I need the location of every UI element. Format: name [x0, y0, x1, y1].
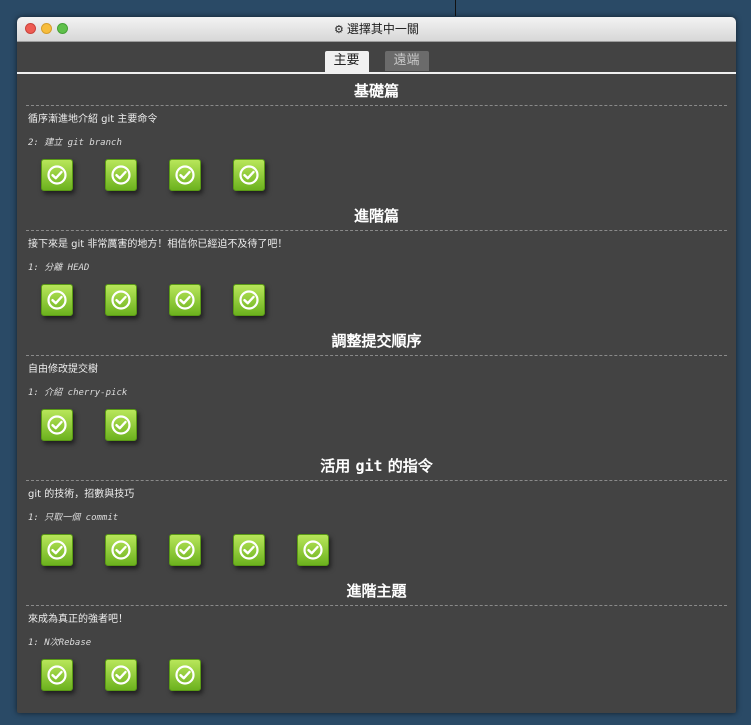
- level-button-3[interactable]: [169, 659, 201, 691]
- level-button-4[interactable]: [233, 159, 265, 191]
- section-description: 自由修改提交樹: [28, 364, 98, 375]
- tab-remote[interactable]: 遠端: [384, 51, 429, 71]
- section-description: 循序漸進地介紹 git 主要命令: [28, 114, 158, 125]
- section-title-prefix: 活用: [320, 457, 356, 475]
- section-current-level: 1: 介紹 cherry-pick: [28, 388, 128, 398]
- level-button-4[interactable]: [233, 284, 265, 316]
- section-current-level: 1: N次Rebase: [28, 638, 92, 648]
- level-button-3[interactable]: [169, 284, 201, 316]
- level-buttons: [17, 406, 736, 441]
- close-window-button[interactable]: [25, 23, 36, 34]
- check-circle-icon: [47, 540, 67, 560]
- section-reorder-commits: 調整提交順序 自由修改提交樹 1: 介紹 cherry-pick: [17, 324, 736, 449]
- section-title: 進階篇: [26, 199, 727, 231]
- level-button-2[interactable]: [105, 284, 137, 316]
- check-circle-icon: [175, 540, 195, 560]
- check-circle-icon: [111, 665, 131, 685]
- section-description: 來成為真正的強者吧！: [28, 614, 128, 625]
- check-circle-icon: [47, 665, 67, 685]
- level-button-2[interactable]: [105, 659, 137, 691]
- check-circle-icon: [175, 290, 195, 310]
- section-title: 活用 git 的指令: [26, 449, 727, 481]
- level-button-1[interactable]: [41, 659, 73, 691]
- background-line: [455, 0, 456, 16]
- section-advanced-topics: 進階主題 來成為真正的強者吧！ 1: N次Rebase: [17, 574, 736, 699]
- window-controls: [25, 23, 68, 34]
- check-circle-icon: [239, 540, 259, 560]
- section-current-level: 2: 建立 git branch: [28, 138, 122, 148]
- check-circle-icon: [175, 665, 195, 685]
- check-circle-icon: [111, 415, 131, 435]
- level-buttons: [17, 531, 736, 566]
- level-button-2[interactable]: [105, 409, 137, 441]
- level-button-1[interactable]: [41, 159, 73, 191]
- section-git-techniques: 活用 git 的指令 git 的技術，招數與技巧 1: 只取一個 commit: [17, 449, 736, 574]
- level-buttons: [17, 656, 736, 691]
- section-title: 基礎篇: [26, 74, 727, 106]
- check-circle-icon: [111, 290, 131, 310]
- window-title: 選擇其中一關: [346, 22, 419, 36]
- level-button-2[interactable]: [105, 534, 137, 566]
- level-buttons: [17, 156, 736, 191]
- section-title: 調整提交順序: [26, 324, 727, 356]
- zoom-window-button[interactable]: [57, 23, 68, 34]
- check-circle-icon: [239, 290, 259, 310]
- gear-icon: ⚙: [334, 23, 344, 36]
- level-button-1[interactable]: [41, 534, 73, 566]
- tab-main[interactable]: 主要: [324, 51, 369, 72]
- check-circle-icon: [175, 165, 195, 185]
- check-circle-icon: [303, 540, 323, 560]
- level-button-3[interactable]: [169, 159, 201, 191]
- section-title-code: git: [355, 457, 383, 475]
- title-bar: ⚙ 選擇其中一關: [17, 17, 736, 42]
- check-circle-icon: [111, 165, 131, 185]
- minimize-window-button[interactable]: [41, 23, 52, 34]
- level-button-3[interactable]: [169, 534, 201, 566]
- section-title: 進階主題: [26, 574, 727, 606]
- check-circle-icon: [47, 165, 67, 185]
- check-circle-icon: [47, 290, 67, 310]
- section-description: 接下來是 git 非常厲害的地方！相信你已經迫不及待了吧！: [28, 239, 288, 250]
- section-advanced: 進階篇 接下來是 git 非常厲害的地方！相信你已經迫不及待了吧！ 1: 分離 …: [17, 199, 736, 324]
- check-circle-icon: [239, 165, 259, 185]
- level-button-5[interactable]: [297, 534, 329, 566]
- level-button-2[interactable]: [105, 159, 137, 191]
- check-circle-icon: [47, 415, 67, 435]
- level-select-window: ⚙ 選擇其中一關 主要 遠端 基礎篇 循序漸進地介紹 git 主要命令 2: 建立…: [17, 17, 736, 713]
- level-buttons: [17, 281, 736, 316]
- level-button-1[interactable]: [41, 284, 73, 316]
- check-circle-icon: [111, 540, 131, 560]
- section-title-suffix: 的指令: [382, 457, 433, 475]
- section-current-level: 1: 分離 HEAD: [28, 263, 90, 273]
- section-basics: 基礎篇 循序漸進地介紹 git 主要命令 2: 建立 git branch: [17, 74, 736, 199]
- tab-bar: 主要 遠端: [17, 42, 736, 74]
- sequence-list: 基礎篇 循序漸進地介紹 git 主要命令 2: 建立 git branch 進階…: [17, 74, 736, 699]
- level-button-1[interactable]: [41, 409, 73, 441]
- level-button-4[interactable]: [233, 534, 265, 566]
- section-current-level: 1: 只取一個 commit: [28, 513, 119, 523]
- section-description: git 的技術，招數與技巧: [28, 489, 135, 500]
